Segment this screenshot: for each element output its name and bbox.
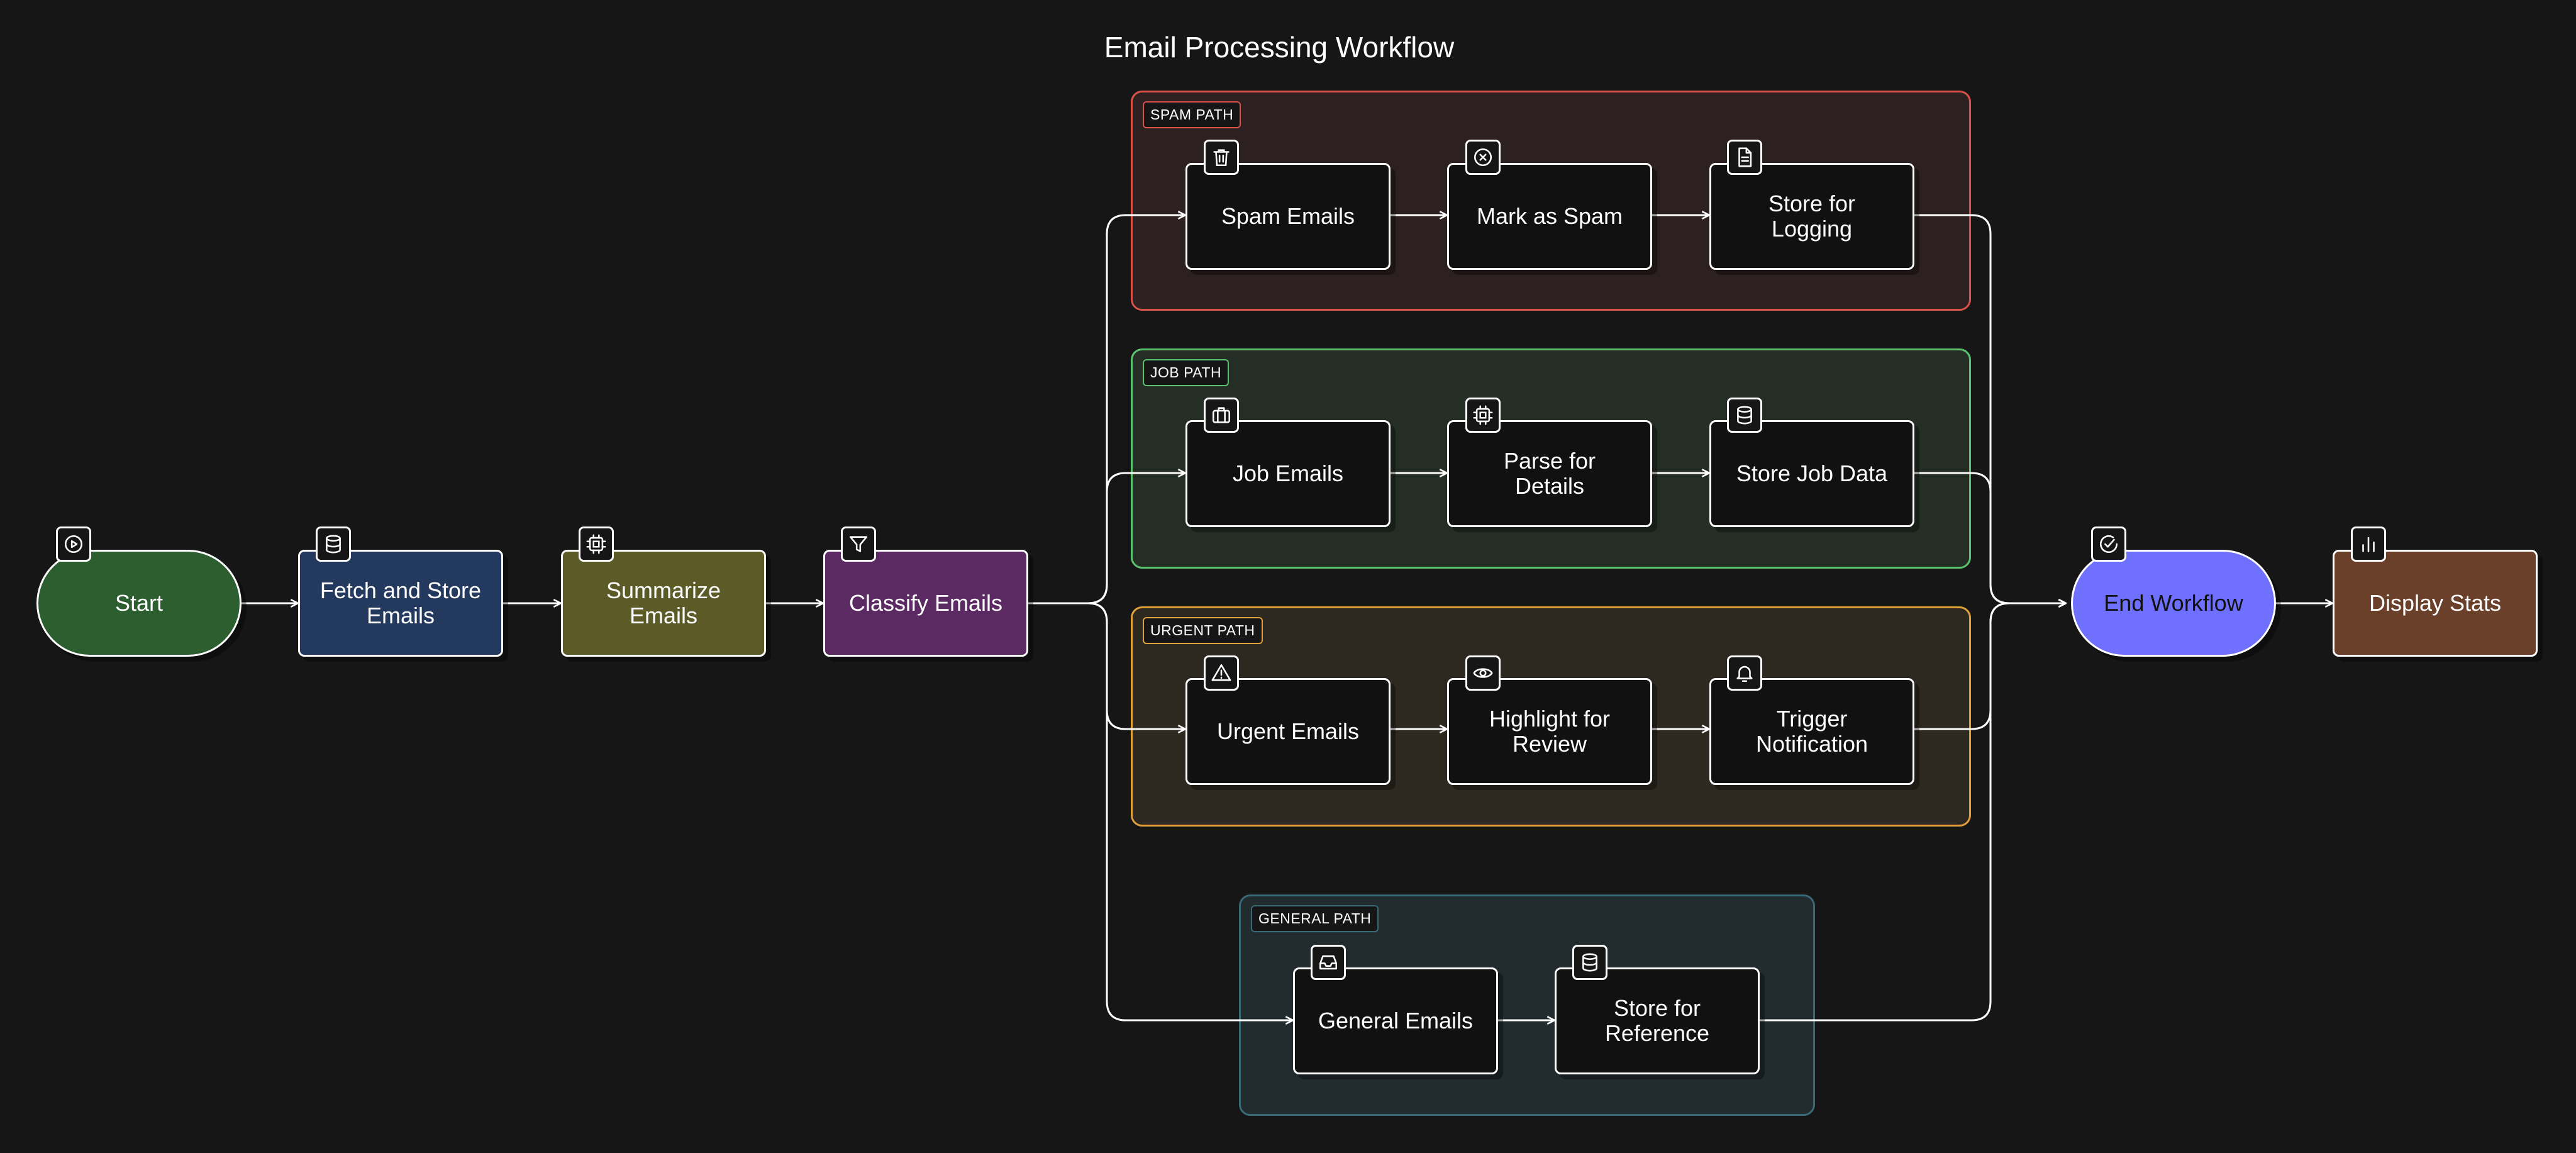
node-end-workflow[interactable]: End Workflow xyxy=(2071,550,2276,657)
check-circle-icon xyxy=(2091,526,2126,562)
file-text-icon xyxy=(1727,140,1762,175)
node-urgent-emails[interactable]: Urgent Emails xyxy=(1185,678,1391,785)
node-fetch-and-store-emails[interactable]: Fetch and Store Emails xyxy=(298,550,503,657)
cpu-icon xyxy=(1465,398,1501,433)
node-mark-as-spam[interactable]: Mark as Spam xyxy=(1447,163,1652,270)
node-store-for-logging[interactable]: Store for Logging xyxy=(1709,163,1914,270)
node-job-emails[interactable]: Job Emails xyxy=(1185,420,1391,527)
eye-icon xyxy=(1465,655,1501,691)
node-spam-emails[interactable]: Spam Emails xyxy=(1185,163,1391,270)
x-circle-icon xyxy=(1465,140,1501,175)
edge-classify-job xyxy=(1028,473,1185,604)
bell-icon xyxy=(1727,655,1762,691)
node-highlight-for-review[interactable]: Highlight for Review xyxy=(1447,678,1652,785)
edge-classify-general xyxy=(1028,602,1293,1020)
node-general-emails[interactable]: General Emails xyxy=(1293,967,1498,1074)
node-start[interactable]: Start xyxy=(36,550,242,657)
node-store-job-data[interactable]: Store Job Data xyxy=(1709,420,1914,527)
workflow-canvas: Email Processing Workflow SPAM PATH JOB … xyxy=(0,0,2576,1153)
node-store-for-reference[interactable]: Store for Reference xyxy=(1555,967,1760,1074)
edge-storejob-end xyxy=(1914,472,2066,603)
node-parse-for-details[interactable]: Parse for Details xyxy=(1447,420,1652,527)
cpu-icon xyxy=(579,526,614,562)
bar-chart-icon xyxy=(2351,526,2386,562)
play-icon xyxy=(56,526,91,562)
trash-icon xyxy=(1204,140,1239,175)
filter-icon xyxy=(841,526,876,562)
node-summarize-emails[interactable]: Summarize Emails xyxy=(561,550,766,657)
edge-storeref-end xyxy=(1759,603,2066,1022)
database-icon xyxy=(316,526,351,562)
inbox-icon xyxy=(1311,945,1346,980)
node-classify-emails[interactable]: Classify Emails xyxy=(823,550,1028,657)
node-trigger-notification[interactable]: Trigger Notification xyxy=(1709,678,1914,785)
briefcase-icon xyxy=(1204,398,1239,433)
alert-triangle-icon xyxy=(1204,655,1239,691)
database-icon xyxy=(1727,398,1762,433)
database-icon xyxy=(1572,945,1607,980)
node-display-stats[interactable]: Display Stats xyxy=(2333,550,2538,657)
